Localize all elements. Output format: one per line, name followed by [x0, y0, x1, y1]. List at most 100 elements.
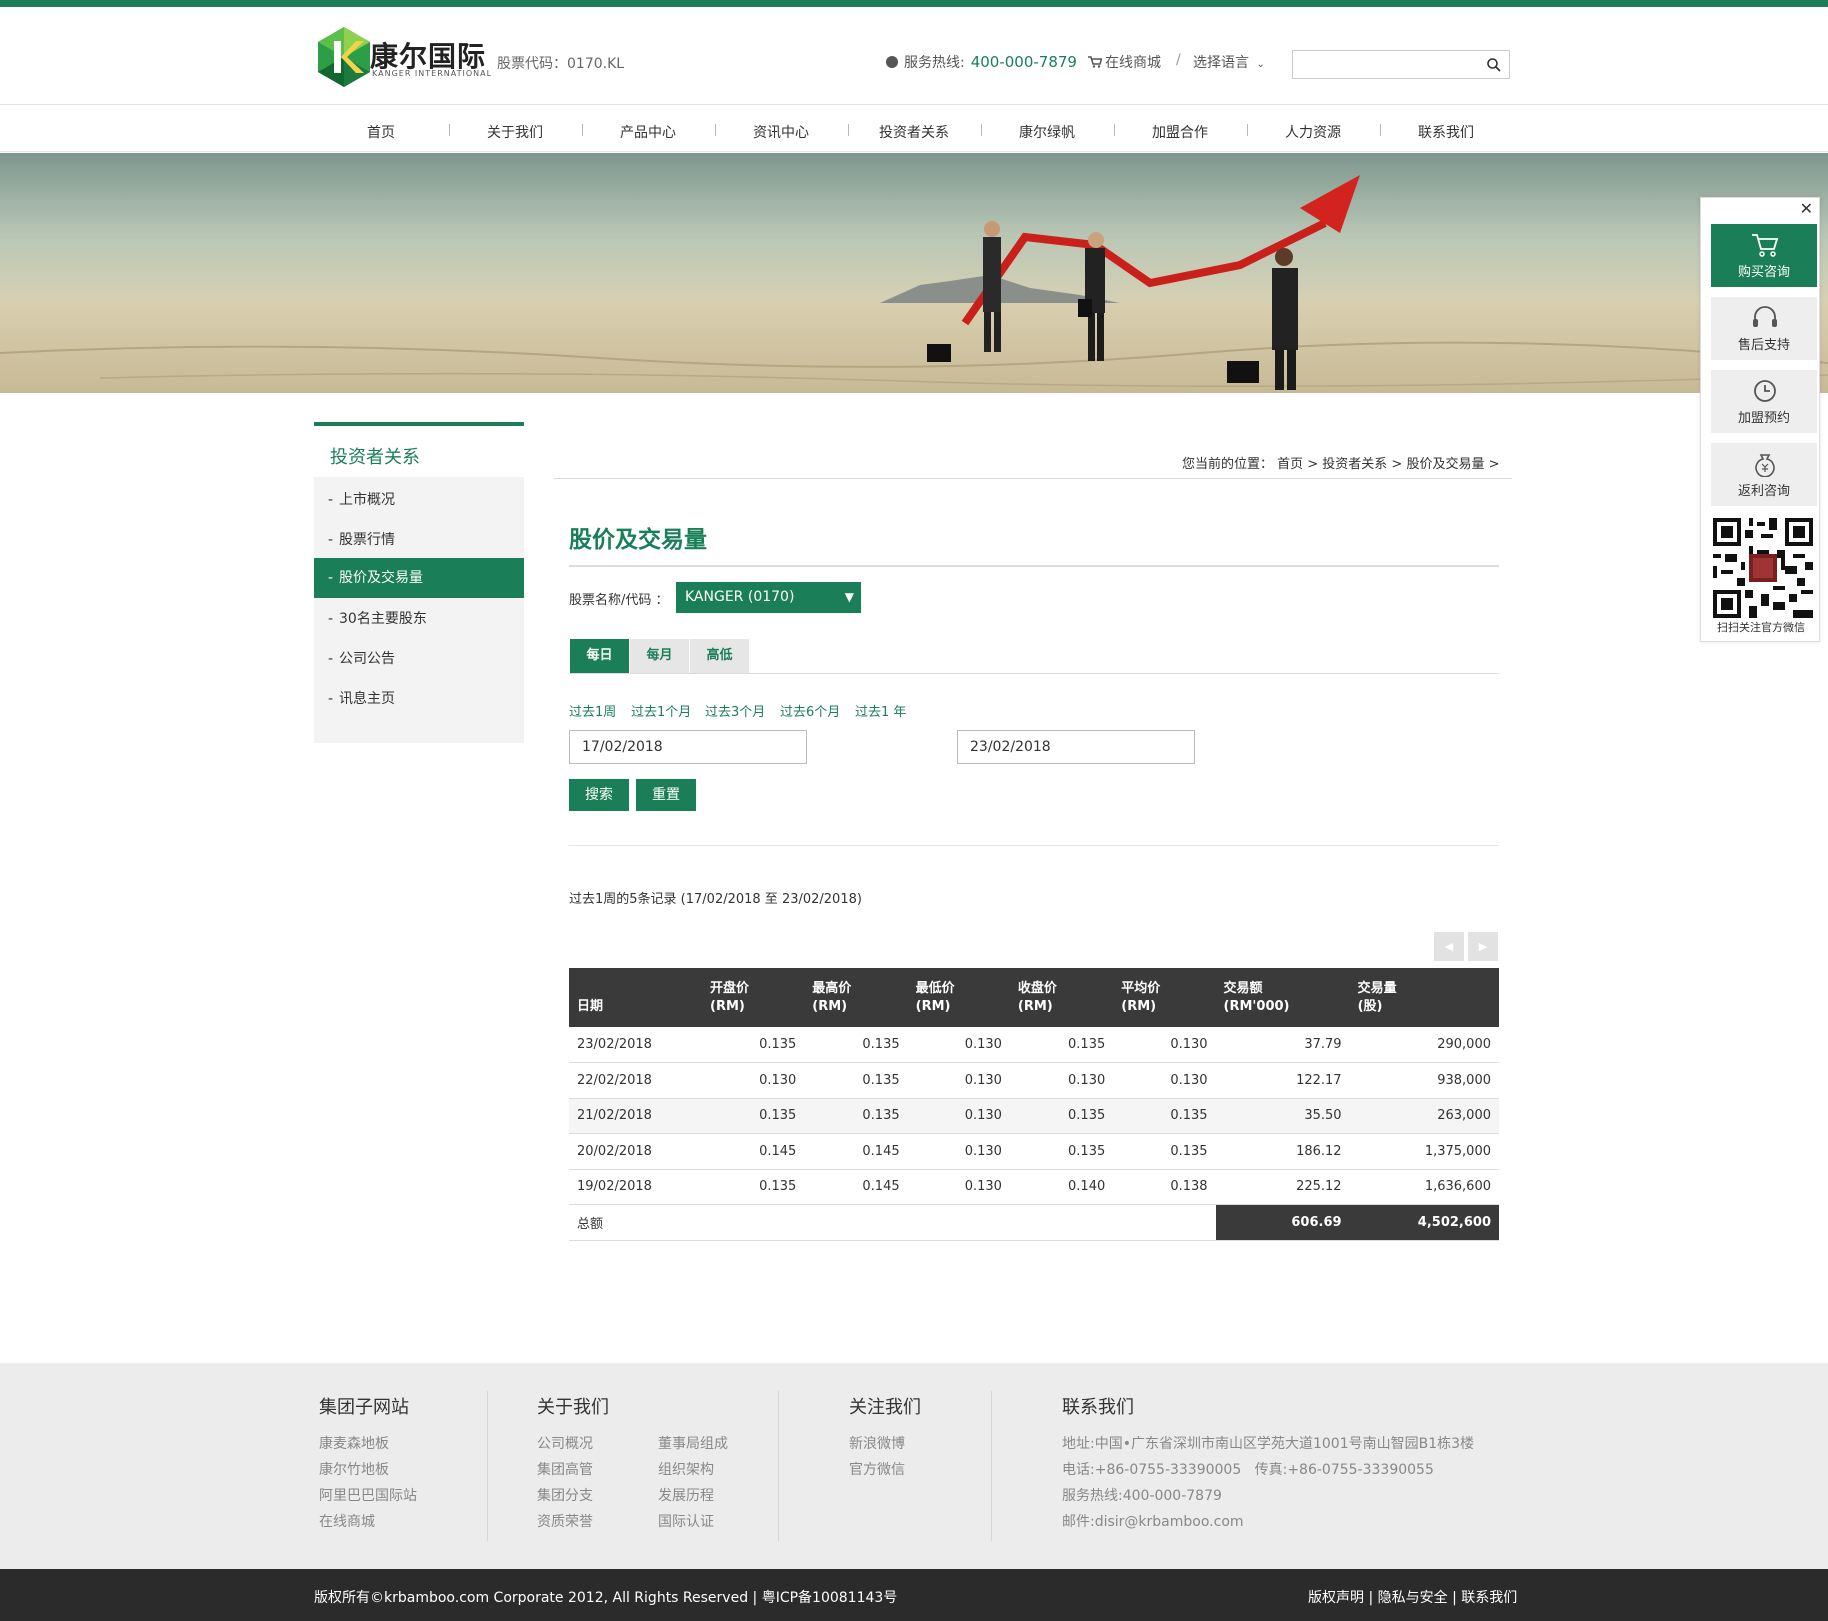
col-header-date: 日期: [569, 968, 702, 1027]
after-sales-button[interactable]: 售后支持: [1711, 297, 1817, 360]
footer-link[interactable]: 新浪微博: [849, 1433, 905, 1453]
cell-close: 0.140: [1009, 1169, 1114, 1205]
footer-link[interactable]: 集团分支: [537, 1485, 593, 1505]
money-bag-icon: [1755, 454, 1775, 477]
sidebar-item-label: 30名主要股东: [339, 611, 427, 627]
sidebar-item-news-home[interactable]: - 讯息主页: [314, 679, 524, 719]
range-1-week[interactable]: 过去1周: [569, 701, 616, 720]
nav-news[interactable]: 资讯中心: [753, 122, 809, 142]
purchase-consult-button[interactable]: 购买咨询: [1711, 224, 1817, 287]
headset-icon: [1753, 306, 1777, 327]
cell-low: 0.130: [907, 1133, 1010, 1170]
footer-title-about: 关于我们: [537, 1397, 609, 1418]
search-input[interactable]: [1299, 51, 1479, 77]
stock-select[interactable]: KANGER (0170) ▼: [676, 582, 861, 613]
header-label: 平均价: [1121, 981, 1161, 996]
cell-low: 0.130: [907, 1062, 1010, 1099]
cell-open: 0.135: [702, 1098, 805, 1134]
range-1-month[interactable]: 过去1个月: [631, 701, 691, 720]
cell-turnover: 225.12: [1215, 1169, 1350, 1205]
nav-products[interactable]: 产品中心: [620, 122, 676, 142]
cell-close: 0.135: [1009, 1133, 1114, 1170]
cell-date: 19/02/2018: [569, 1169, 702, 1205]
range-6-months[interactable]: 过去6个月: [780, 701, 840, 720]
footer-link[interactable]: 官方微信: [849, 1459, 905, 1479]
footer-link[interactable]: 在线商城: [319, 1511, 375, 1531]
sidebar-item-announcements[interactable]: - 公司公告: [314, 639, 524, 679]
divider: [569, 673, 1499, 674]
chevron-down-icon: ⌄: [1256, 59, 1265, 70]
nav-franchise[interactable]: 加盟合作: [1152, 122, 1208, 142]
footer-link[interactable]: 国际认证: [658, 1511, 714, 1531]
footer-link[interactable]: 发展历程: [658, 1485, 714, 1505]
sidebar-item-top-shareholders[interactable]: -30名主要股东: [314, 599, 524, 639]
footer-link[interactable]: 资质荣誉: [537, 1511, 593, 1531]
footer-email[interactable]: 邮件:disir@krbamboo.com: [1062, 1511, 1244, 1531]
footer-title-subsites: 集团子网站: [319, 1397, 409, 1418]
site-header: 康尔国际 KANGER INTERNATIONAL 股票代码：0170.KL 服…: [0, 7, 1828, 105]
footer-link[interactable]: 公司概况: [537, 1433, 593, 1453]
top-accent-bar: [0, 0, 1828, 7]
cell-turnover: 122.17: [1215, 1062, 1350, 1099]
nav-separator: [848, 124, 849, 136]
footer-link[interactable]: 集团高管: [537, 1459, 593, 1479]
cell-low: 0.130: [907, 1027, 1010, 1063]
rebate-consult-button[interactable]: 返利咨询: [1711, 443, 1817, 506]
page-root: 康尔国际 KANGER INTERNATIONAL 股票代码：0170.KL 服…: [0, 0, 1828, 1621]
sidebar-item-price-volume[interactable]: - 股价及交易量: [314, 558, 524, 598]
footer-link[interactable]: 阿里巴巴国际站: [319, 1485, 417, 1505]
cell-low: 0.130: [907, 1098, 1010, 1134]
tab-high-low[interactable]: 高低: [690, 639, 749, 673]
close-icon[interactable]: ✕: [1800, 199, 1813, 218]
col-header-low: 最低价 (RM): [907, 968, 1010, 1027]
language-select[interactable]: 选择语言 ⌄: [1193, 52, 1265, 72]
footer-link[interactable]: 康麦森地板: [319, 1433, 389, 1453]
franchise-booking-button[interactable]: 加盟预约: [1711, 370, 1817, 433]
footer-link[interactable]: 董事局组成: [658, 1433, 728, 1453]
page-title: 股价及交易量: [569, 527, 707, 553]
tab-daily[interactable]: 每日: [570, 639, 629, 673]
cell-high: 0.145: [804, 1133, 908, 1170]
arrow-right-icon: ▶: [1478, 940, 1488, 953]
tab-monthly[interactable]: 每月: [630, 639, 689, 673]
cell-average: 0.135: [1113, 1098, 1216, 1134]
search-icon[interactable]: [1486, 57, 1502, 73]
nav-hr[interactable]: 人力资源: [1285, 122, 1341, 142]
dash-icon: -: [328, 611, 334, 627]
footer-divider: [487, 1391, 488, 1541]
cell-empty: [907, 1204, 1010, 1241]
nav-about[interactable]: 关于我们: [487, 122, 543, 142]
footer-link[interactable]: 组织架构: [658, 1459, 714, 1479]
search-button[interactable]: 搜索: [569, 779, 629, 811]
reset-button[interactable]: 重置: [636, 779, 696, 811]
pager-prev-button[interactable]: ◀: [1434, 932, 1464, 961]
cell-open: 0.135: [702, 1169, 805, 1205]
panel-item-label: 返利咨询: [1737, 484, 1790, 499]
footer-link[interactable]: 康尔竹地板: [319, 1459, 389, 1479]
sidebar-item-label: 讯息主页: [339, 691, 395, 707]
header-label: 最低价: [915, 981, 955, 996]
cart-icon: [1088, 56, 1103, 68]
range-1-year[interactable]: 过去1 年: [855, 701, 906, 720]
copyright-bar: 版权所有©krbamboo.com Corporate 2012, All Ri…: [0, 1569, 1828, 1621]
cell-close: 0.135: [1009, 1027, 1114, 1063]
sidebar-item-stock-quote[interactable]: - 股票行情: [314, 520, 524, 560]
nav-contact[interactable]: 联系我们: [1418, 122, 1474, 142]
footer-legal-links[interactable]: 版权声明 | 隐私与安全 | 联系我们: [1308, 1587, 1517, 1607]
nav-investor[interactable]: 投资者关系: [879, 122, 949, 142]
range-3-months[interactable]: 过去3个月: [705, 701, 765, 720]
date-to-input[interactable]: 23/02/2018: [957, 730, 1195, 764]
breadcrumb[interactable]: 您当前的位置： 首页 > 投资者关系 > 股价及交易量 >: [1182, 453, 1499, 472]
table-total-row: 总额 606.69 4,502,600: [569, 1204, 1499, 1241]
clock-icon: [1754, 380, 1776, 402]
hotline: 服务热线: 400-000-7879: [886, 52, 1077, 72]
kanger-logo-icon[interactable]: [314, 27, 374, 87]
pager-next-button[interactable]: ▶: [1468, 932, 1498, 961]
date-from-input[interactable]: 17/02/2018: [569, 730, 807, 764]
col-header-high: 最高价 (RM): [804, 968, 908, 1027]
online-shop-link[interactable]: 在线商城: [1088, 52, 1161, 72]
floating-service-panel: ✕ 购买咨询 售后支持 加盟预约 返利咨询 扫扫关注官方微信: [1700, 197, 1820, 642]
nav-home[interactable]: 首页: [367, 122, 395, 142]
nav-green[interactable]: 康尔绿帆: [1019, 122, 1075, 142]
sidebar-item-listing-overview[interactable]: - 上市概况: [314, 480, 524, 520]
